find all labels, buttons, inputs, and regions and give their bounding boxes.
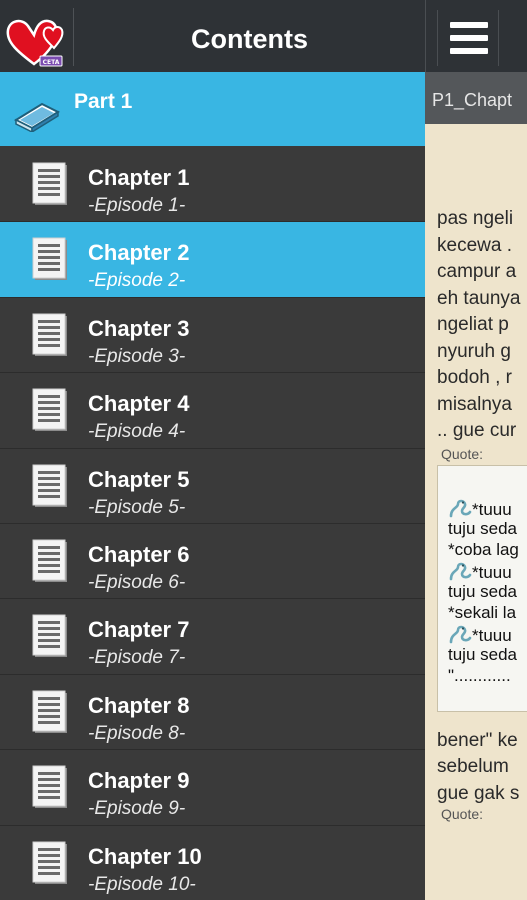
hamburger-menu-icon[interactable] bbox=[437, 10, 499, 66]
text-line: gue gak s bbox=[437, 782, 520, 804]
chapter-item[interactable]: Chapter 8 -Episode 8- bbox=[0, 674, 425, 751]
chapter-subtitle: -Episode 1- bbox=[88, 195, 186, 216]
part-label: Part 1 bbox=[74, 90, 133, 113]
document-icon bbox=[27, 388, 71, 434]
text-line: eh taunya bbox=[437, 287, 521, 309]
quote-line: *tuuu bbox=[448, 498, 527, 519]
reader-content[interactable]: pas ngeli kecewa . campur a eh taunya ng… bbox=[437, 206, 527, 825]
chapter-subtitle: -Episode 4- bbox=[88, 421, 186, 443]
quote-label: Quote: bbox=[441, 445, 484, 462]
reader-title: P1_Chapt bbox=[432, 90, 513, 110]
document-icon bbox=[27, 690, 71, 736]
chapter-title: Chapter 9 bbox=[88, 768, 190, 794]
chapter-list: Chapter 1 -Episode 1- Chapter 2 -Episode 2-… bbox=[0, 147, 425, 900]
quote-line: tuju seda bbox=[448, 644, 517, 664]
chapter-title: Chapter 7 bbox=[88, 617, 190, 643]
snake-emoticon-icon bbox=[449, 625, 472, 643]
text-line: kecewa . bbox=[437, 234, 512, 256]
quote-label: Quote: bbox=[441, 806, 484, 822]
paragraph-1: pas ngeli kecewa . campur a eh taunya ng… bbox=[437, 206, 527, 445]
chapter-item[interactable]: Chapter 10 -Episode 10- bbox=[0, 825, 425, 900]
part-header[interactable] bbox=[0, 72, 425, 146]
drawer-title: Contents bbox=[191, 24, 308, 54]
text-line: .. gue cur bbox=[437, 420, 517, 441]
reader-action-bar bbox=[425, 0, 527, 72]
document-icon bbox=[27, 237, 71, 283]
document-icon bbox=[27, 539, 71, 585]
paragraph-2: bener" ke sebelum gue gak s bbox=[437, 728, 527, 808]
chapter-item[interactable]: Chapter 7 -Episode 7- bbox=[0, 599, 425, 675]
quote-line: *sekali la bbox=[448, 602, 517, 622]
hearts-book-logo-icon[interactable]: CETA bbox=[4, 8, 68, 68]
chapter-item[interactable]: Chapter 3 -Episode 3- bbox=[0, 297, 425, 374]
quote-line: "............ bbox=[448, 665, 511, 685]
snake-emoticon-icon bbox=[449, 562, 472, 580]
document-icon bbox=[27, 162, 71, 208]
reader-pane: P1_Chapt pas ngeli kecewa . campur a eh … bbox=[425, 0, 527, 900]
navigation-drawer: CETA Contents Part 1 Chapter 1 -Episode 1… bbox=[0, 0, 425, 900]
chapter-subtitle: -Episode 8- bbox=[88, 722, 186, 744]
quote-line: *coba lag bbox=[448, 539, 519, 559]
chapter-item[interactable]: Chapter 1 -Episode 1- bbox=[0, 147, 425, 223]
text-line: nyuruh g bbox=[437, 340, 511, 362]
reader-title-bar: P1_Chapt bbox=[425, 72, 527, 124]
text-line: pas ngeli bbox=[437, 208, 514, 229]
chapter-subtitle: -Episode 6- bbox=[88, 571, 186, 593]
quote-box: *tuuu tuju seda *coba lag *tuuu tuju sed… bbox=[437, 464, 527, 712]
chapter-title: Chapter 5 bbox=[88, 466, 190, 492]
chapter-title: Chapter 1 bbox=[88, 165, 190, 190]
chapter-subtitle: -Episode 5- bbox=[88, 496, 186, 518]
text-line: ngeliat p bbox=[437, 314, 509, 335]
chapter-subtitle: -Episode 7- bbox=[88, 647, 186, 669]
text-line: sebelum bbox=[437, 756, 509, 777]
drawer-header: CETA Contents bbox=[0, 0, 425, 72]
chapter-title: Chapter 3 bbox=[88, 315, 190, 341]
chapter-title: Chapter 2 bbox=[88, 240, 190, 266]
chapter-item[interactable]: Chapter 2 -Episode 2- bbox=[0, 222, 425, 298]
document-icon bbox=[27, 614, 71, 660]
quote-line: *tuuu bbox=[448, 624, 527, 645]
chapter-title: Chapter 6 bbox=[88, 541, 190, 567]
chapter-title: Chapter 8 bbox=[88, 692, 190, 718]
chapter-item[interactable]: Chapter 9 -Episode 9- bbox=[0, 750, 425, 826]
document-icon bbox=[27, 765, 71, 811]
document-icon bbox=[27, 464, 71, 510]
text-line: bener" ke bbox=[437, 729, 518, 751]
chapter-item[interactable]: Chapter 4 -Episode 4- bbox=[0, 373, 425, 449]
document-icon bbox=[27, 313, 71, 359]
quote-line: tuju seda bbox=[448, 581, 517, 601]
document-icon bbox=[27, 841, 71, 887]
text-line: campur a bbox=[437, 261, 517, 282]
text-line: bodoh , r bbox=[437, 367, 512, 388]
chapter-subtitle: -Episode 2- bbox=[88, 270, 186, 292]
quote-line: *tuuu bbox=[448, 561, 527, 582]
chapter-subtitle: -Episode 9- bbox=[88, 798, 186, 820]
chapter-title: Chapter 10 bbox=[88, 843, 202, 869]
svg-text:CETA: CETA bbox=[43, 59, 60, 66]
chapter-item[interactable]: Chapter 5 -Episode 5- bbox=[0, 448, 425, 524]
book-icon bbox=[13, 102, 61, 132]
snake-emoticon-icon bbox=[449, 499, 472, 517]
chapter-title: Chapter 4 bbox=[88, 391, 190, 417]
chapter-item[interactable]: Chapter 6 -Episode 6- bbox=[0, 523, 425, 600]
chapter-subtitle: -Episode 10- bbox=[88, 873, 196, 895]
chapter-subtitle: -Episode 3- bbox=[88, 345, 186, 367]
quote-line: tuju seda bbox=[448, 518, 517, 538]
text-line: misalnya bbox=[437, 393, 512, 415]
